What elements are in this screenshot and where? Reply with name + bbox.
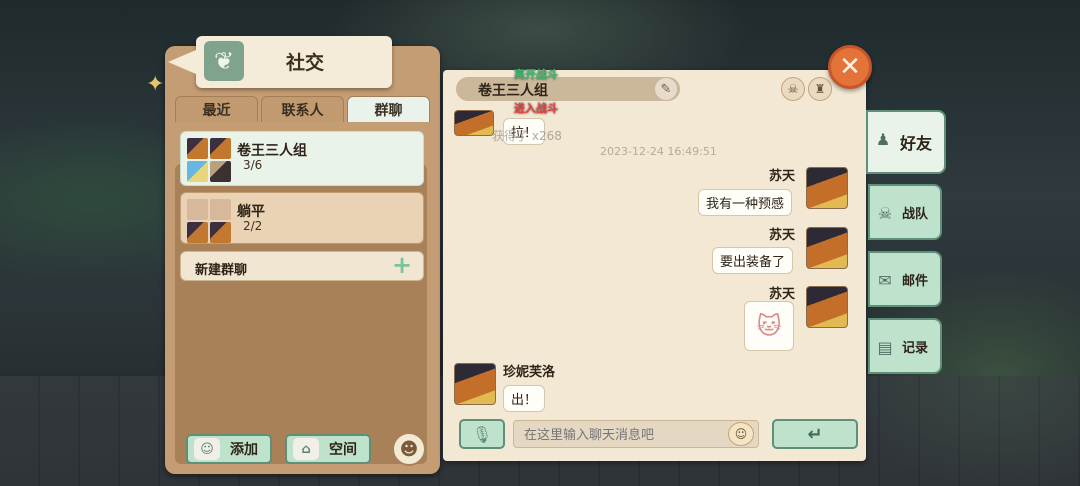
sender-avatar[interactable]: [806, 167, 848, 209]
side-tab-records[interactable]: ▤ 记录: [868, 318, 942, 374]
message-bubble: 出！: [503, 385, 546, 412]
sender-avatar[interactable]: [454, 363, 496, 405]
chat-title: 卷王三人组: [478, 83, 548, 99]
sender-name: 苏天: [769, 169, 796, 184]
group-avatars: [187, 138, 231, 182]
member-avatar: [187, 161, 208, 182]
space-label: 空间: [329, 442, 357, 458]
skull-icon[interactable]: ☠: [781, 77, 805, 101]
skull-team-icon: ☠: [877, 203, 893, 223]
group-avatars: [187, 199, 231, 243]
add-friend-icon: ☺: [194, 438, 220, 460]
sender-name: 苏天: [769, 228, 796, 243]
member-avatar: [187, 138, 208, 159]
new-group-button[interactable]: 新建群聊 +: [180, 251, 424, 281]
member-avatar: [210, 199, 231, 220]
emoji-icon[interactable]: ☺: [728, 422, 754, 446]
battle-enter-notice: 进入战斗: [514, 102, 558, 115]
group-name: 卷王三人组: [237, 143, 307, 159]
chat-input[interactable]: [513, 420, 759, 448]
reward-count: x268: [531, 129, 562, 143]
side-tab-team[interactable]: ☠ 战队: [868, 184, 942, 240]
record-book-icon: ▤: [877, 337, 893, 357]
settings-icon[interactable]: ♜: [808, 77, 832, 101]
member-avatar: [187, 222, 208, 243]
sender-name: 苏天: [769, 287, 796, 302]
side-tab-mail[interactable]: ✉ 邮件: [868, 251, 942, 307]
friend-icon: ♟: [875, 129, 891, 149]
new-group-label: 新建群聊: [195, 263, 248, 278]
microphone-icon: 🎙: [471, 424, 493, 444]
rename-feather-icon[interactable]: ✎: [655, 78, 677, 100]
message-bubble: 要出装备了: [712, 247, 794, 274]
group-item-tangping[interactable]: 躺平 2/2: [180, 192, 424, 244]
tab-contacts[interactable]: 联系人: [261, 96, 344, 122]
side-tab-label: 战队: [901, 206, 928, 222]
home-icon: ⌂: [293, 438, 319, 460]
battle-leave-notice: 离开战斗: [514, 68, 558, 81]
add-button[interactable]: ☺ 添加: [186, 434, 272, 464]
add-label: 添加: [230, 442, 258, 458]
voice-button[interactable]: 🎙: [459, 419, 505, 449]
face-star-icon: ☻: [399, 438, 419, 460]
group-member-count: 2/2: [243, 219, 263, 233]
side-tab-label: 好友: [899, 134, 932, 153]
group-item-juanwang[interactable]: 卷王三人组 3/6: [180, 131, 424, 186]
side-tab-label: 记录: [901, 340, 928, 356]
plus-icon: +: [391, 251, 413, 279]
sender-avatar[interactable]: [454, 110, 494, 136]
sender-avatar[interactable]: [806, 286, 848, 328]
cat-sticker-icon: 🐱: [744, 301, 794, 351]
member-avatar: [187, 199, 208, 220]
panel-title: 社交: [286, 52, 325, 74]
side-tab-friends[interactable]: ♟ 好友: [866, 110, 946, 174]
send-button[interactable]: ↵: [772, 419, 858, 449]
mail-icon: ✉: [878, 270, 892, 290]
close-icon[interactable]: ✕: [828, 45, 872, 89]
enter-arrow-icon: ↵: [807, 423, 823, 445]
timestamp: 2023-12-24 16:49:51: [600, 145, 717, 158]
side-tab-label: 邮件: [901, 273, 928, 289]
pin-icon: ✦: [146, 72, 165, 97]
tab-recent[interactable]: 最近: [175, 96, 258, 122]
sender-avatar[interactable]: [806, 227, 848, 269]
leaf-emblem-icon: ❦: [204, 41, 244, 81]
sender-name: 珍妮芙洛: [503, 365, 556, 380]
emote-star-button[interactable]: ☻: [392, 432, 426, 466]
member-avatar: [210, 222, 231, 243]
reward-text: 获得了: [492, 129, 529, 143]
social-tabs: 最近 联系人 群聊: [175, 96, 430, 122]
reward-notice: 获得了 x268: [492, 127, 562, 144]
tab-group-chat[interactable]: 群聊: [347, 96, 430, 122]
group-name: 躺平: [237, 204, 265, 220]
member-avatar: [210, 161, 231, 182]
group-member-count: 3/6: [243, 158, 263, 172]
member-avatar: [210, 138, 231, 159]
message-bubble: 我有一种预感: [698, 189, 793, 216]
space-button[interactable]: ⌂ 空间: [285, 434, 371, 464]
